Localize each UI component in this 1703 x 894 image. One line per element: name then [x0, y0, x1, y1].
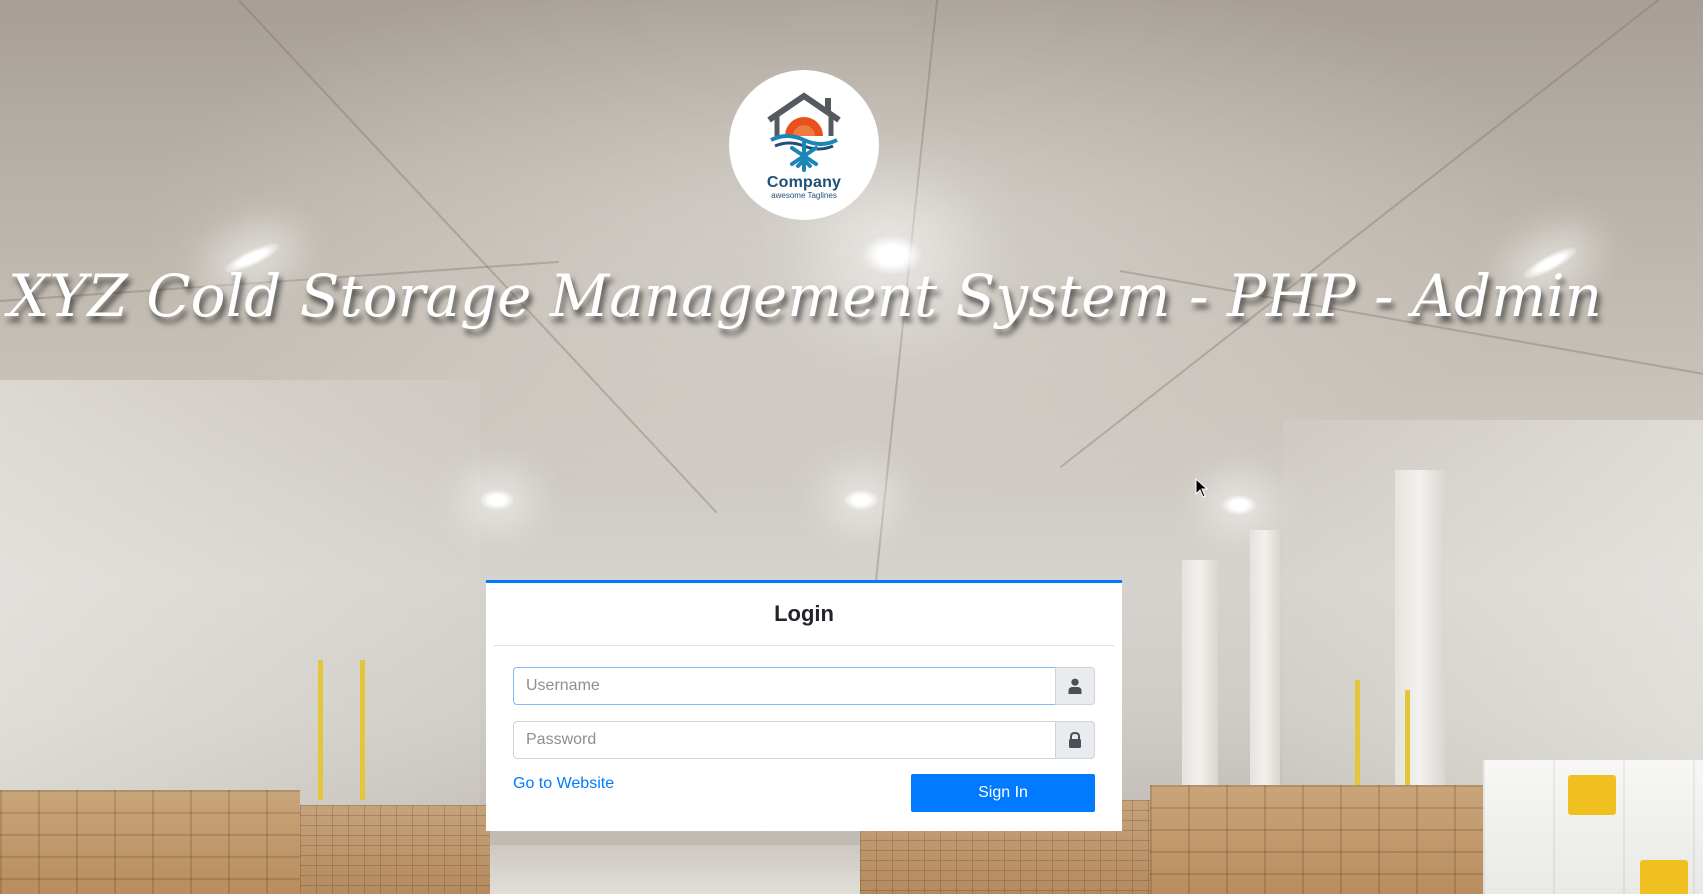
password-input[interactable] [513, 721, 1055, 759]
mouse-cursor-icon [1195, 478, 1209, 498]
logo-tagline: awesome Taglines [771, 191, 837, 200]
username-input[interactable] [513, 667, 1055, 705]
page-title: XYZ Cold Storage Management System - PHP… [7, 262, 1603, 330]
username-input-group [513, 667, 1095, 705]
house-snowflake-icon [767, 92, 841, 172]
lock-icon [1069, 732, 1081, 748]
login-card-header: Login [494, 583, 1114, 646]
login-card: Login Go to Website Sign In [486, 580, 1122, 831]
company-logo: Company awesome Taglines [729, 70, 879, 220]
sign-in-button[interactable]: Sign In [911, 774, 1095, 812]
logo-company-name: Company [766, 174, 842, 191]
password-addon [1055, 721, 1095, 759]
password-input-group [513, 721, 1095, 759]
username-addon [1055, 667, 1095, 705]
go-to-website-link[interactable]: Go to Website [513, 775, 614, 793]
login-heading: Login [774, 601, 834, 626]
user-icon [1068, 678, 1082, 694]
